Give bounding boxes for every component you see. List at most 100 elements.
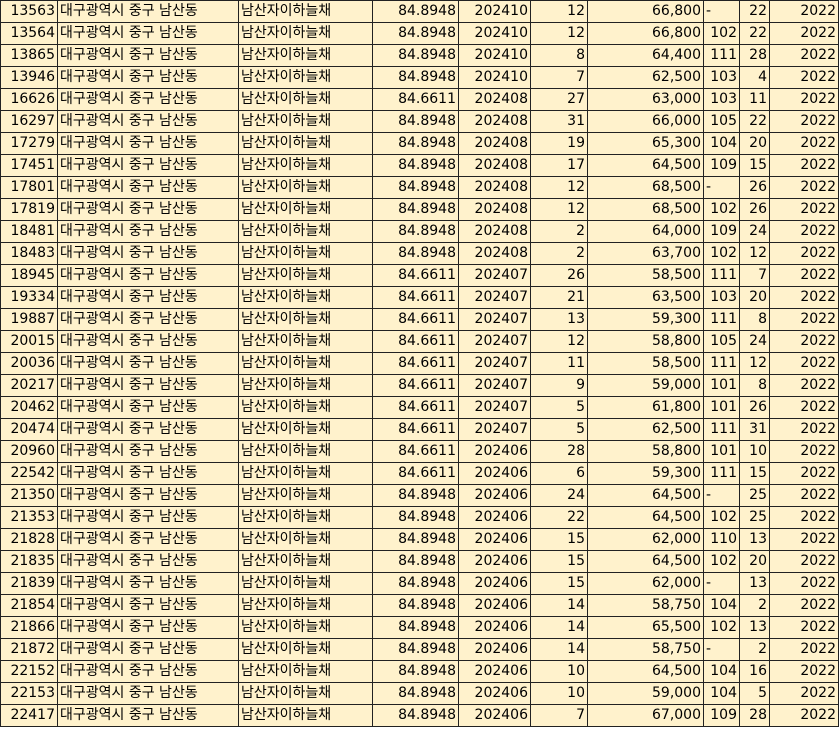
- contract-month-cell[interactable]: 202406: [458, 660, 531, 683]
- year-cell[interactable]: 2022: [769, 374, 839, 397]
- price-cell[interactable]: 64,500: [587, 506, 704, 529]
- year-cell[interactable]: 2022: [769, 352, 839, 375]
- year-cell[interactable]: 2022: [769, 550, 839, 573]
- contract-day-cell[interactable]: 14: [530, 616, 588, 639]
- area-cell[interactable]: 84.8948: [372, 506, 459, 529]
- area-cell[interactable]: 84.6611: [372, 88, 459, 111]
- contract-day-cell[interactable]: 15: [530, 528, 588, 551]
- address-cell[interactable]: 대구광역시 중구 남산동: [57, 374, 239, 397]
- contract-month-cell[interactable]: 202407: [458, 286, 531, 309]
- area-cell[interactable]: 84.6611: [372, 352, 459, 375]
- complex-name-cell[interactable]: 남산자이하늘채: [238, 462, 373, 485]
- year-cell[interactable]: 2022: [769, 396, 839, 419]
- building-cell[interactable]: 102: [703, 506, 740, 529]
- building-cell[interactable]: 110: [703, 528, 740, 551]
- building-cell[interactable]: 101: [703, 396, 740, 419]
- floor-cell[interactable]: 25: [739, 506, 770, 529]
- floor-cell[interactable]: 15: [739, 462, 770, 485]
- floor-cell[interactable]: 24: [739, 220, 770, 243]
- address-cell[interactable]: 대구광역시 중구 남산동: [57, 440, 239, 463]
- contract-day-cell[interactable]: 12: [530, 330, 588, 353]
- contract-day-cell[interactable]: 5: [530, 396, 588, 419]
- contract-day-cell[interactable]: 15: [530, 550, 588, 573]
- floor-cell[interactable]: 22: [739, 22, 770, 45]
- floor-cell[interactable]: 26: [739, 198, 770, 221]
- contract-month-cell[interactable]: 202407: [458, 264, 531, 287]
- complex-name-cell[interactable]: 남산자이하늘채: [238, 286, 373, 309]
- complex-name-cell[interactable]: 남산자이하늘채: [238, 198, 373, 221]
- area-cell[interactable]: 84.8948: [372, 176, 459, 199]
- floor-cell[interactable]: 2: [739, 594, 770, 617]
- area-cell[interactable]: 84.8948: [372, 110, 459, 133]
- area-cell[interactable]: 84.6611: [372, 308, 459, 331]
- price-cell[interactable]: 64,000: [587, 220, 704, 243]
- building-cell[interactable]: 105: [703, 330, 740, 353]
- id-cell[interactable]: 20960: [0, 440, 58, 463]
- price-cell[interactable]: 58,800: [587, 440, 704, 463]
- contract-day-cell[interactable]: 7: [530, 66, 588, 89]
- contract-month-cell[interactable]: 202408: [458, 176, 531, 199]
- complex-name-cell[interactable]: 남산자이하늘채: [238, 550, 373, 573]
- year-cell[interactable]: 2022: [769, 44, 839, 67]
- complex-name-cell[interactable]: 남산자이하늘채: [238, 704, 373, 727]
- contract-day-cell[interactable]: 13: [530, 308, 588, 331]
- year-cell[interactable]: 2022: [769, 286, 839, 309]
- year-cell[interactable]: 2022: [769, 132, 839, 155]
- contract-month-cell[interactable]: 202410: [458, 66, 531, 89]
- floor-cell[interactable]: 22: [739, 110, 770, 133]
- area-cell[interactable]: 84.8948: [372, 22, 459, 45]
- price-cell[interactable]: 64,500: [587, 660, 704, 683]
- complex-name-cell[interactable]: 남산자이하늘채: [238, 110, 373, 133]
- floor-cell[interactable]: 28: [739, 704, 770, 727]
- year-cell[interactable]: 2022: [769, 704, 839, 727]
- contract-day-cell[interactable]: 2: [530, 220, 588, 243]
- area-cell[interactable]: 84.8948: [372, 704, 459, 727]
- year-cell[interactable]: 2022: [769, 176, 839, 199]
- year-cell[interactable]: 2022: [769, 660, 839, 683]
- address-cell[interactable]: 대구광역시 중구 남산동: [57, 264, 239, 287]
- price-cell[interactable]: 58,750: [587, 594, 704, 617]
- complex-name-cell[interactable]: 남산자이하늘채: [238, 484, 373, 507]
- building-cell[interactable]: -: [703, 638, 740, 661]
- id-cell[interactable]: 18481: [0, 220, 58, 243]
- price-cell[interactable]: 62,000: [587, 572, 704, 595]
- building-cell[interactable]: 111: [703, 308, 740, 331]
- price-cell[interactable]: 64,500: [587, 484, 704, 507]
- contract-month-cell[interactable]: 202410: [458, 0, 531, 23]
- area-cell[interactable]: 84.6611: [372, 418, 459, 441]
- contract-month-cell[interactable]: 202406: [458, 506, 531, 529]
- price-cell[interactable]: 62,500: [587, 418, 704, 441]
- building-cell[interactable]: 111: [703, 418, 740, 441]
- contract-month-cell[interactable]: 202406: [458, 440, 531, 463]
- floor-cell[interactable]: 8: [739, 374, 770, 397]
- complex-name-cell[interactable]: 남산자이하늘채: [238, 242, 373, 265]
- address-cell[interactable]: 대구광역시 중구 남산동: [57, 22, 239, 45]
- floor-cell[interactable]: 31: [739, 418, 770, 441]
- year-cell[interactable]: 2022: [769, 330, 839, 353]
- contract-day-cell[interactable]: 9: [530, 374, 588, 397]
- area-cell[interactable]: 84.8948: [372, 132, 459, 155]
- building-cell[interactable]: 105: [703, 110, 740, 133]
- contract-month-cell[interactable]: 202408: [458, 220, 531, 243]
- id-cell[interactable]: 13563: [0, 0, 58, 23]
- price-cell[interactable]: 59,000: [587, 374, 704, 397]
- complex-name-cell[interactable]: 남산자이하늘채: [238, 44, 373, 67]
- year-cell[interactable]: 2022: [769, 308, 839, 331]
- area-cell[interactable]: 84.8948: [372, 550, 459, 573]
- address-cell[interactable]: 대구광역시 중구 남산동: [57, 660, 239, 683]
- complex-name-cell[interactable]: 남산자이하늘채: [238, 616, 373, 639]
- address-cell[interactable]: 대구광역시 중구 남산동: [57, 550, 239, 573]
- contract-month-cell[interactable]: 202407: [458, 352, 531, 375]
- area-cell[interactable]: 84.8948: [372, 682, 459, 705]
- price-cell[interactable]: 58,500: [587, 264, 704, 287]
- building-cell[interactable]: 111: [703, 264, 740, 287]
- price-cell[interactable]: 62,500: [587, 66, 704, 89]
- price-cell[interactable]: 67,000: [587, 704, 704, 727]
- price-cell[interactable]: 68,500: [587, 198, 704, 221]
- contract-month-cell[interactable]: 202407: [458, 374, 531, 397]
- contract-month-cell[interactable]: 202406: [458, 462, 531, 485]
- floor-cell[interactable]: 24: [739, 330, 770, 353]
- address-cell[interactable]: 대구광역시 중구 남산동: [57, 484, 239, 507]
- contract-month-cell[interactable]: 202406: [458, 550, 531, 573]
- floor-cell[interactable]: 28: [739, 44, 770, 67]
